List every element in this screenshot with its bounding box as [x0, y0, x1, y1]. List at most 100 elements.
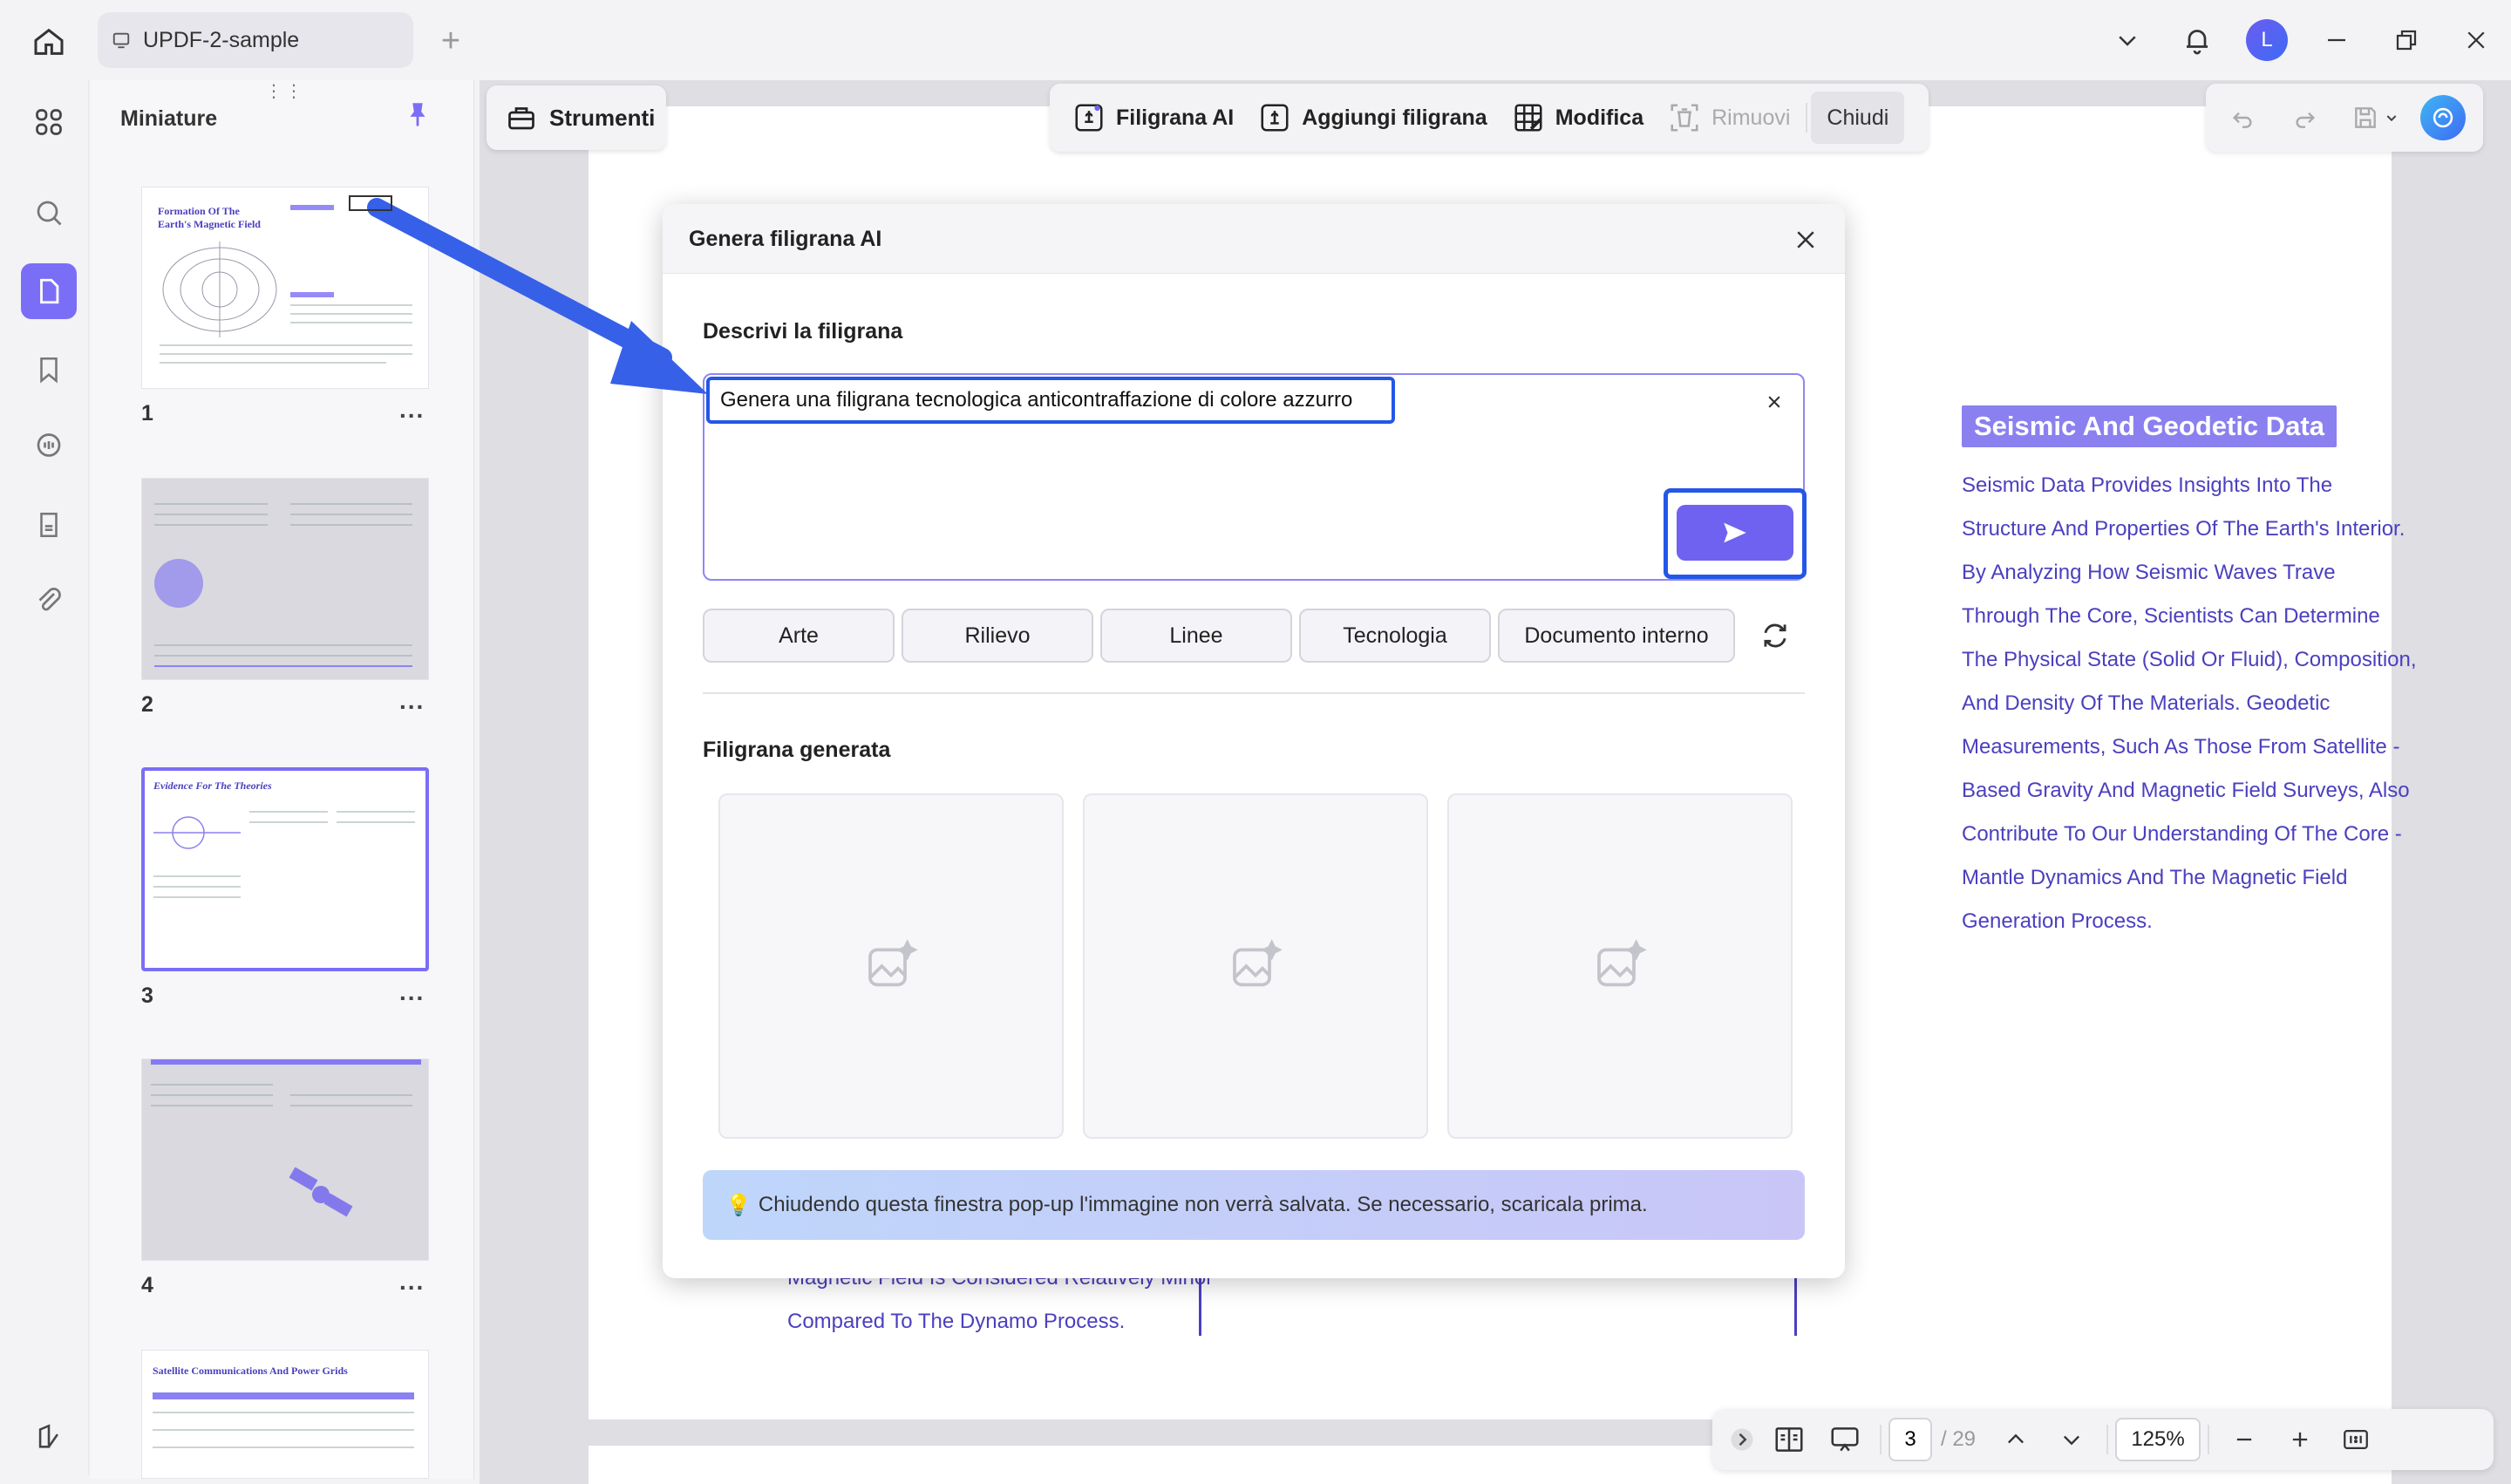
zoom-in-button[interactable]: [2272, 1413, 2328, 1466]
minimize-button[interactable]: [2302, 0, 2372, 80]
user-account-button[interactable]: L: [2232, 0, 2302, 80]
next-page-button[interactable]: [2044, 1413, 2099, 1466]
chevron-down-icon: [2064, 1435, 2080, 1446]
body-line: Based Gravity And Magnetic Field Surveys…: [1962, 779, 2410, 802]
pin-panel-button[interactable]: [403, 99, 432, 133]
page-layout-button[interactable]: [1761, 1413, 1817, 1466]
thumbnail-number: 3: [141, 984, 153, 1008]
restore-button[interactable]: [2372, 0, 2441, 80]
form-icon: [40, 512, 58, 538]
edit-watermark-button[interactable]: Modifica: [1500, 92, 1656, 144]
rail-attachments-button[interactable]: [21, 574, 77, 630]
current-page-input[interactable]: [1888, 1418, 1932, 1461]
chip-lines[interactable]: Linee: [1100, 609, 1292, 663]
nav-separator: [1880, 1425, 1882, 1454]
previous-page-button[interactable]: [1988, 1413, 2044, 1466]
rail-layers-button[interactable]: [21, 1409, 77, 1465]
dialog-close-button[interactable]: [1786, 220, 1826, 260]
rail-search-button[interactable]: [21, 185, 77, 241]
image-placeholder-icon: [868, 939, 918, 987]
chevron-down-icon: [2119, 36, 2136, 46]
page-navigation: / 29 125%: [1712, 1409, 2494, 1470]
tools-button[interactable]: Strumenti: [487, 85, 666, 150]
thumbnail-more-button[interactable]: ...: [399, 396, 425, 424]
thumbnail-page-3[interactable]: Evidence For The Theories: [141, 767, 429, 971]
rail-bookmarks-button[interactable]: [21, 342, 77, 398]
thumbnail-number: 2: [141, 692, 153, 717]
home-button[interactable]: [26, 19, 71, 65]
ai-watermark-button[interactable]: Filigrana AI: [1060, 92, 1246, 144]
undo-button[interactable]: [2218, 104, 2267, 132]
nav-separator: [2208, 1425, 2210, 1454]
ai-assistant-button[interactable]: [2420, 95, 2466, 140]
expand-nav-button[interactable]: [1723, 1413, 1761, 1466]
remove-watermark-button[interactable]: Rimuovi: [1656, 92, 1802, 144]
generated-slot-3[interactable]: [1447, 793, 1793, 1139]
thumbnail-page-1[interactable]: Formation Of The Earth's Magnetic Field: [141, 187, 429, 389]
chip-relief[interactable]: Rilievo: [902, 609, 1093, 663]
tabs-dropdown-button[interactable]: [2092, 0, 2162, 80]
close-window-button[interactable]: [2441, 0, 2511, 80]
rail-forms-button[interactable]: [21, 497, 77, 553]
theory-illustration: [153, 816, 241, 849]
ai-watermark-icon: [1075, 104, 1103, 132]
chip-internal-document[interactable]: Documento interno: [1498, 609, 1735, 663]
redo-icon: [2296, 112, 2316, 128]
generated-slot-2[interactable]: [1083, 793, 1428, 1139]
title-bar: UPDF-2-sample + L: [0, 0, 2511, 80]
undo-icon: [2232, 112, 2252, 128]
zoom-level-selector[interactable]: 125%: [2115, 1418, 2201, 1461]
satellite-illustration: [289, 1167, 353, 1217]
rail-comments-button[interactable]: [21, 419, 77, 474]
thumbnail-page-5[interactable]: Satellite Communications And Power Grids: [141, 1350, 429, 1479]
zoom-out-button[interactable]: [2216, 1413, 2272, 1466]
thumbnail-more-button[interactable]: ...: [399, 687, 425, 715]
presentation-button[interactable]: [1817, 1413, 1873, 1466]
pin-icon: [410, 103, 425, 127]
plus-icon: [2292, 1432, 2308, 1447]
grid-icon: [36, 109, 62, 135]
generated-slot-1[interactable]: [718, 793, 1064, 1139]
body-line: Compared To The Dynamo Process.: [787, 1310, 1126, 1333]
bookmark-icon: [40, 357, 58, 384]
presentation-icon: [1831, 1427, 1859, 1452]
chip-art[interactable]: Arte: [703, 609, 895, 663]
rail-thumbnails-button[interactable]: [21, 263, 77, 319]
prompt-area[interactable]: [703, 373, 1807, 581]
document-tab-icon: [112, 32, 130, 49]
close-icon: [1797, 231, 1814, 248]
panel-drag-handle[interactable]: ⋮⋮: [265, 80, 305, 102]
remove-watermark-label: Rimuovi: [1711, 105, 1791, 130]
lightbulb-icon: 💡: [725, 1193, 752, 1217]
tab-title: UPDF-2-sample: [143, 27, 300, 52]
watermark-toolbar: Filigrana AI Aggiungi filigrana Modifica…: [1050, 84, 1929, 152]
thumbnail-page-2[interactable]: [141, 478, 429, 680]
notifications-button[interactable]: [2162, 0, 2232, 80]
actual-size-button[interactable]: [2328, 1413, 2384, 1466]
close-watermark-button[interactable]: Chiudi: [1811, 92, 1905, 144]
clear-prompt-button[interactable]: [1761, 389, 1787, 415]
prompt-input[interactable]: [706, 377, 1395, 424]
book-layout-icon: [1775, 1427, 1803, 1452]
image-placeholder-icon: [1233, 939, 1283, 987]
chip-technology[interactable]: Tecnologia: [1299, 609, 1491, 663]
send-button[interactable]: [1677, 505, 1793, 561]
nav-separator: [2106, 1425, 2109, 1454]
thumbnail-more-button[interactable]: ...: [399, 978, 425, 1006]
thumbnail-more-button[interactable]: ...: [399, 1268, 425, 1296]
section-body: Seismic Data Provides Insights Into The …: [1962, 464, 2450, 943]
history-toolbar: [2206, 84, 2483, 152]
save-button[interactable]: [2344, 104, 2406, 132]
add-watermark-button[interactable]: Aggiungi filigrana: [1246, 92, 1500, 144]
thumbnail-page-4[interactable]: [141, 1059, 429, 1261]
redo-button[interactable]: [2281, 104, 2330, 132]
save-icon: [2355, 107, 2376, 128]
refresh-chips-button[interactable]: [1749, 609, 1801, 663]
thumbnail-heading: Satellite Communications And Power Grids: [153, 1365, 348, 1377]
document-tab[interactable]: UPDF-2-sample: [98, 12, 413, 68]
new-tab-button[interactable]: +: [431, 21, 471, 61]
thumbnails-panel: ⋮⋮ Miniature Formation Of The Earth's Ma…: [91, 80, 474, 1479]
dialog-header: Genera filigrana AI: [663, 204, 1845, 274]
rail-apps-button[interactable]: [21, 94, 77, 150]
body-line: Generation Process.: [1962, 909, 2153, 933]
